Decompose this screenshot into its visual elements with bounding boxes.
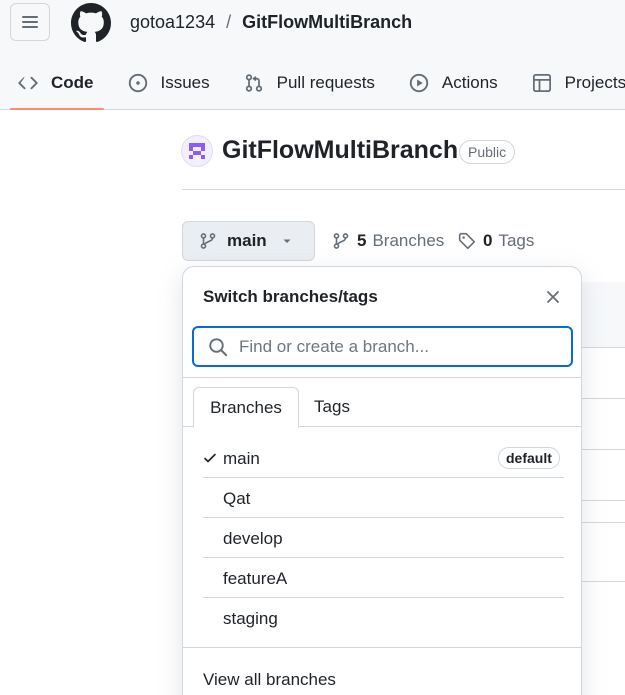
breadcrumb: gotoa1234 / GitFlowMultiBranch (130, 12, 412, 33)
branch-name: main (223, 449, 260, 468)
tab-issues-label: Issues (160, 73, 210, 92)
tab-actions-label: Actions (441, 73, 498, 92)
current-branch-label: main (227, 231, 267, 250)
github-logo-icon[interactable] (71, 3, 111, 43)
triangle-down-icon (283, 239, 291, 243)
branch-selector-button[interactable]: main (182, 221, 315, 261)
tab-pull-requests-label: Pull requests (276, 73, 375, 92)
branch-name: Qat (223, 489, 251, 508)
tab-projects[interactable]: Projects (514, 62, 625, 104)
tags-label: Tags (498, 231, 535, 250)
repo-link[interactable]: GitFlowMultiBranch (242, 12, 412, 33)
repo-nav-tabs: Code Issues Pull requests Actions Projec… (0, 62, 625, 110)
page-title[interactable]: GitFlowMultiBranch (222, 136, 458, 165)
code-icon (18, 76, 38, 90)
menu-button[interactable] (10, 3, 50, 41)
list-item-branch-staging[interactable]: staging (183, 598, 581, 638)
table-icon (532, 74, 551, 92)
close-button[interactable] (543, 287, 563, 307)
list-item-branch-main[interactable]: main default (183, 438, 581, 478)
tab-code[interactable]: Code (0, 62, 110, 110)
tab-tags[interactable]: Tags (299, 387, 365, 427)
git-branch-icon (333, 233, 349, 249)
branch-name: featureA (223, 569, 288, 588)
divider (182, 189, 625, 190)
breadcrumb-separator: / (226, 12, 232, 32)
app-header: gotoa1234 / GitFlowMultiBranch Code Issu… (0, 0, 625, 110)
default-badge: default (498, 447, 560, 469)
branch-list: main default Qat develop featureA stagin… (183, 438, 581, 638)
tab-projects-label: Projects (564, 73, 625, 92)
git-pull-request-icon (245, 74, 262, 92)
branches-label: Branches (372, 231, 445, 250)
branch-name: staging (223, 609, 278, 628)
branch-name: develop (223, 529, 283, 548)
list-item-branch-qat[interactable]: Qat (183, 478, 581, 518)
branches-count: 5 (357, 231, 367, 250)
popover-title: Switch branches/tags (203, 287, 378, 306)
list-item-branch-develop[interactable]: develop (183, 518, 581, 558)
branch-switcher-popover: Switch branches/tags Branches Tags main … (182, 266, 582, 695)
list-item-branch-featurea[interactable]: featureA (183, 558, 581, 598)
identicon-icon (189, 143, 205, 159)
tags-link[interactable]: 0 Tags (458, 231, 534, 251)
tag-icon (458, 232, 476, 250)
tags-count: 0 (483, 231, 493, 250)
git-branch-icon (200, 233, 216, 249)
tab-code-label: Code (51, 73, 94, 92)
tab-pull-requests[interactable]: Pull requests (226, 62, 391, 104)
tab-actions[interactable]: Actions (391, 62, 514, 104)
close-icon (547, 291, 559, 303)
visibility-badge: Public (459, 140, 516, 164)
branch-search-input[interactable] (239, 336, 559, 357)
search-icon (209, 337, 228, 356)
popover-tabs: Branches Tags (183, 387, 581, 428)
view-all-branches-link[interactable]: View all branches (203, 670, 336, 690)
hamburger-icon (22, 16, 38, 28)
owner-link[interactable]: gotoa1234 (130, 12, 215, 33)
tab-branches[interactable]: Branches (193, 387, 299, 428)
check-icon (204, 453, 216, 463)
play-icon (409, 73, 429, 93)
branch-search-field[interactable] (192, 326, 573, 367)
repo-owner-avatar[interactable] (181, 135, 213, 167)
divider (183, 647, 581, 648)
branches-link[interactable]: 5 Branches (332, 231, 444, 251)
divider (183, 377, 581, 378)
tab-issues[interactable]: Issues (110, 62, 226, 104)
issue-opened-icon (128, 73, 147, 93)
